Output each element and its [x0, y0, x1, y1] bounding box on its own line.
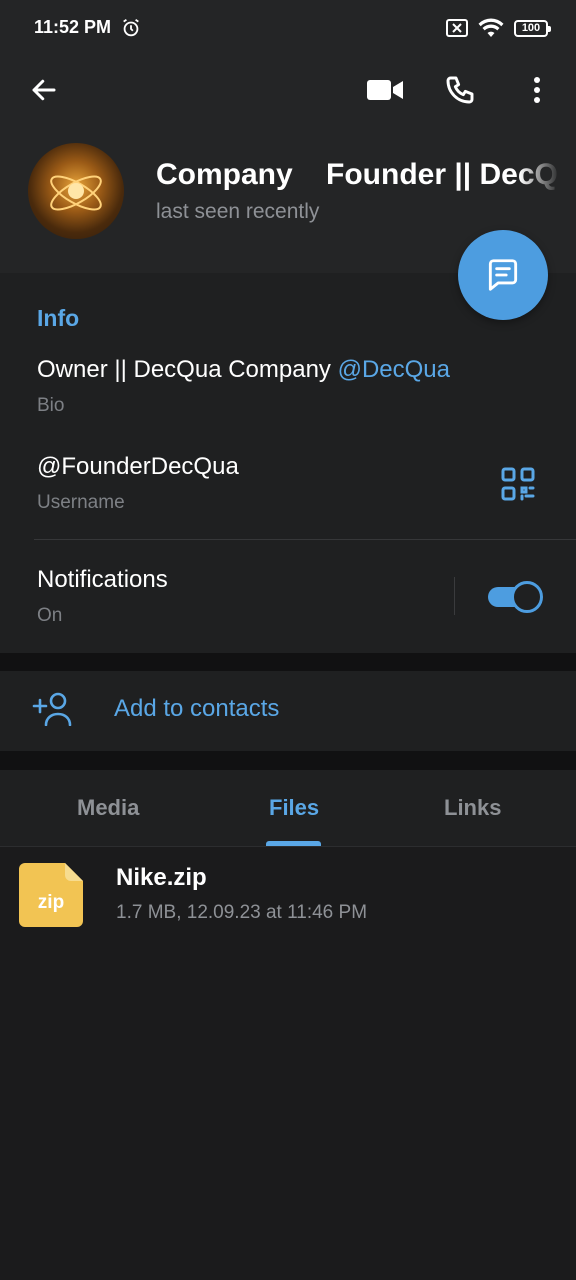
status-time: 11:52 PM — [34, 17, 112, 37]
profile-name: Company Founder || DecQu — [156, 158, 560, 191]
video-call-button[interactable] — [361, 66, 409, 114]
wifi-icon — [478, 18, 504, 37]
info-divider — [34, 539, 576, 540]
active-tab-indicator — [266, 841, 321, 846]
info-section-title: Info — [37, 305, 80, 331]
call-button[interactable] — [436, 66, 484, 114]
avatar[interactable] — [28, 143, 124, 239]
add-to-contacts-label[interactable]: Add to contacts — [114, 695, 279, 723]
more-options-button[interactable] — [513, 66, 561, 114]
add-contact-icon — [32, 692, 72, 726]
tab-files[interactable]: Files — [269, 795, 319, 821]
more-vertical-icon — [534, 77, 540, 103]
phone-icon — [446, 76, 474, 104]
alarm-icon — [123, 18, 139, 37]
bio-mention-link[interactable]: @DecQua — [338, 356, 450, 383]
battery-icon: 100 — [514, 19, 551, 37]
video-call-icon — [367, 80, 403, 100]
file-name[interactable]: Nike.zip — [116, 864, 207, 892]
back-button[interactable] — [20, 66, 68, 114]
file-type-label: zip — [38, 892, 64, 913]
zip-file-icon[interactable]: zip — [19, 863, 83, 927]
notifications-toggle[interactable] — [486, 581, 543, 613]
username-caption: Username — [37, 492, 125, 513]
username-value[interactable]: @FounderDecQua — [37, 453, 239, 481]
notifications-label[interactable]: Notifications — [37, 566, 168, 594]
bio-text-body: Owner || DecQua Company — [37, 356, 338, 383]
section-gap — [0, 751, 576, 770]
status-icons: 100 — [446, 17, 551, 39]
notifications-state: On — [37, 605, 63, 626]
back-arrow-icon — [32, 79, 56, 101]
message-button[interactable] — [458, 230, 548, 320]
bio-caption: Bio — [37, 395, 65, 416]
toggle-knob — [511, 581, 543, 613]
last-seen-status: last seen recently — [156, 200, 320, 223]
tab-media[interactable]: Media — [77, 795, 139, 821]
status-bar: 11:52 PM 100 — [0, 0, 576, 56]
notifications-separator — [454, 577, 455, 615]
message-icon — [488, 259, 518, 291]
section-gap — [0, 653, 576, 671]
tab-links[interactable]: Links — [444, 795, 501, 821]
file-meta: 1.7 MB, 12.09.23 at 11:46 PM — [116, 902, 368, 923]
sim-x-icon — [446, 19, 468, 37]
atom-logo-icon — [50, 175, 102, 211]
add-to-contacts-row[interactable] — [0, 671, 576, 751]
bio-text[interactable]: Owner || DecQua Company @DecQua — [37, 356, 450, 384]
qr-code-icon[interactable] — [500, 466, 536, 502]
